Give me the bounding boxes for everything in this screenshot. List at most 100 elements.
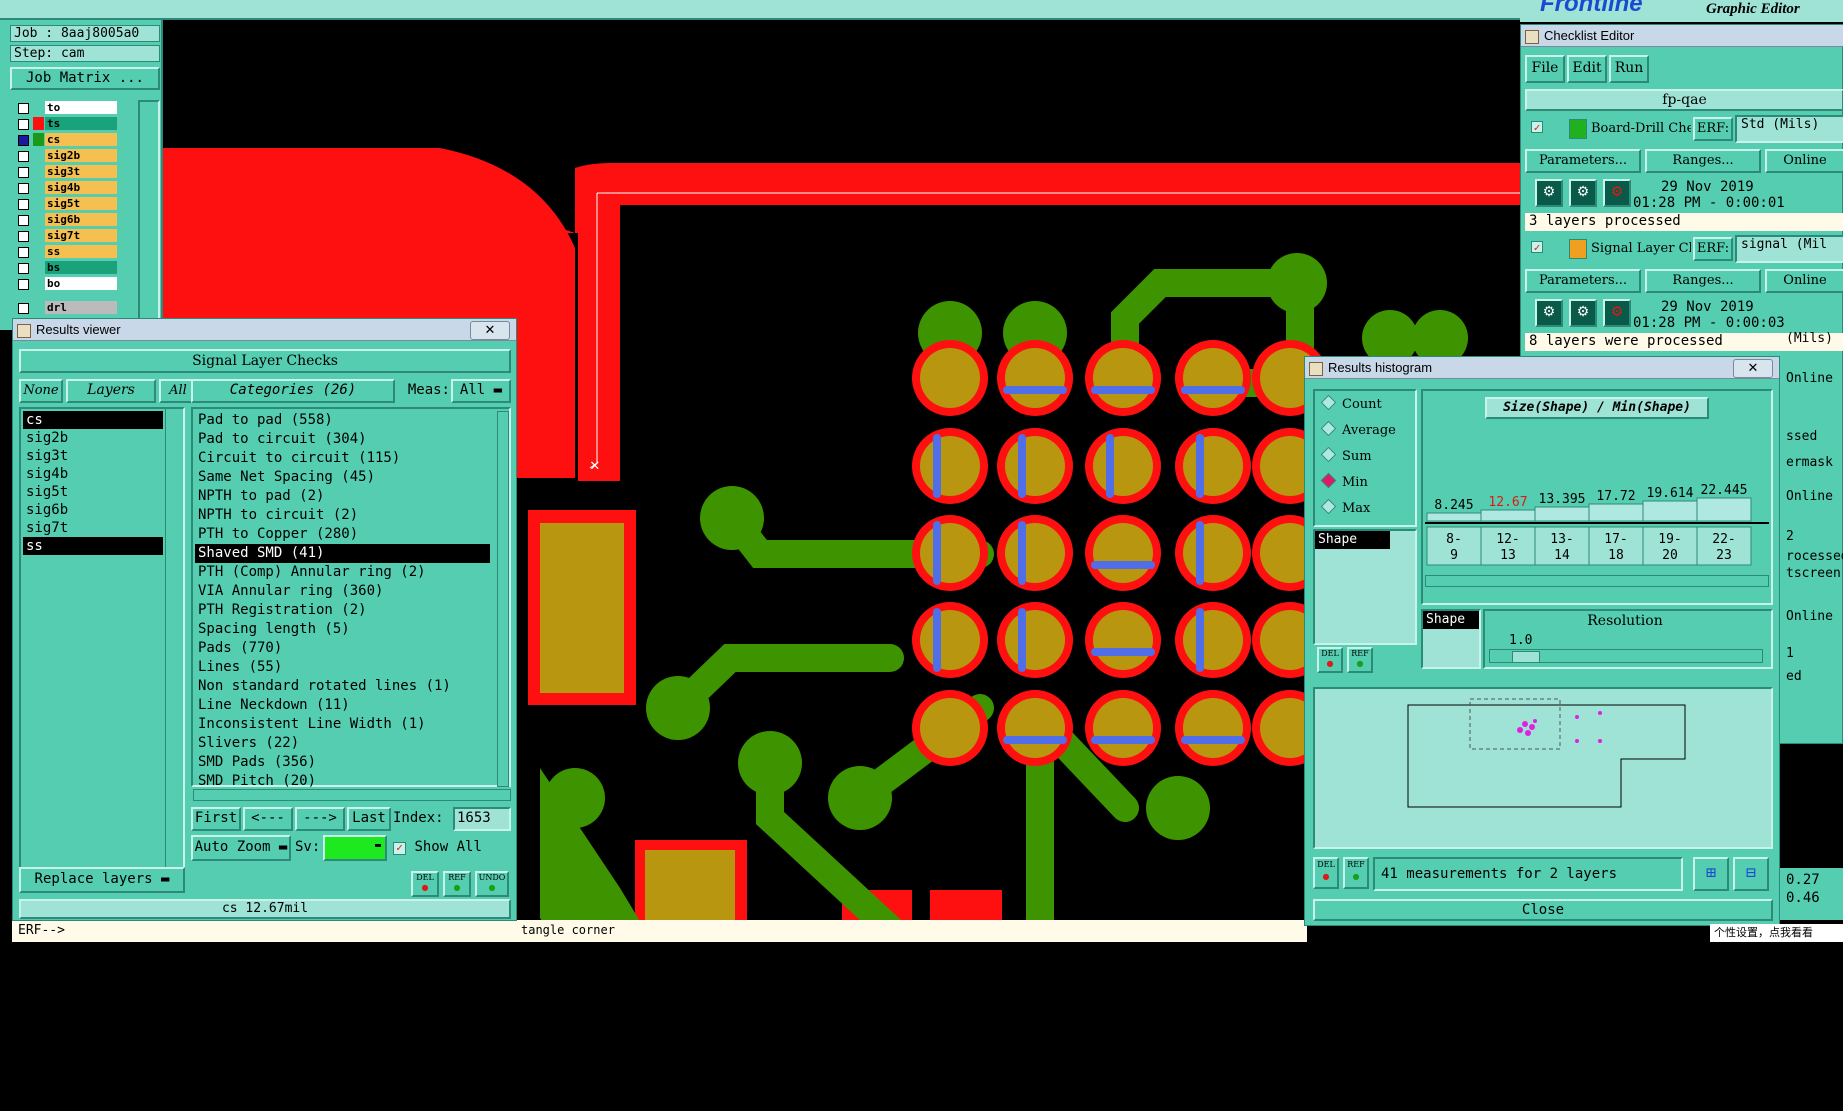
- zoom-in-icon[interactable]: ⊞: [1693, 857, 1729, 891]
- results-layer-scrollbar[interactable]: [165, 409, 183, 867]
- job-matrix-button[interactable]: Job Matrix ...: [10, 67, 160, 90]
- results-layer-item[interactable]: sig4b: [23, 465, 163, 483]
- category-item[interactable]: Pads (770): [195, 639, 490, 658]
- mode-radio-average[interactable]: Average: [1317, 420, 1396, 443]
- pad[interactable]: [920, 523, 980, 583]
- pad[interactable]: [1005, 436, 1065, 496]
- results-layer-item[interactable]: sig5t: [23, 483, 163, 501]
- mode-radio-sum[interactable]: Sum: [1317, 446, 1372, 469]
- category-item[interactable]: Lines (55): [195, 658, 490, 677]
- category-item[interactable]: Slivers (22): [195, 734, 490, 753]
- first-button[interactable]: First: [191, 807, 241, 831]
- category-item[interactable]: SMD Pads (356): [195, 753, 490, 772]
- layer-checkbox[interactable]: [18, 231, 29, 242]
- category-item[interactable]: Circuit to circuit (115): [195, 449, 490, 468]
- categories-button[interactable]: Categories (26): [191, 379, 395, 403]
- histogram-bars[interactable]: 8.245 8-9 12.67 12-13 13.395 13-14 17.72 17-18 1…: [1423, 421, 1771, 571]
- layer-checkbox[interactable]: [18, 183, 29, 194]
- layer-row[interactable]: drl: [14, 300, 132, 316]
- parameters-button[interactable]: Parameters...: [1525, 269, 1641, 293]
- pad[interactable]: [1183, 698, 1243, 758]
- mode-radio-count[interactable]: Count: [1317, 394, 1382, 417]
- category-item[interactable]: PTH Registration (2): [195, 601, 490, 620]
- pad[interactable]: [1183, 348, 1243, 408]
- category-item[interactable]: Pad to pad (558): [195, 411, 490, 430]
- results-viewer-titlebar[interactable]: Results viewer ✕: [13, 319, 516, 341]
- ranges-button[interactable]: Ranges...: [1645, 149, 1761, 173]
- categories-hscroll[interactable]: [193, 789, 511, 801]
- category-item[interactable]: Line Neckdown (11): [195, 696, 490, 715]
- pad[interactable]: [1005, 698, 1065, 758]
- last-button[interactable]: Last: [347, 807, 391, 831]
- layer-checkbox[interactable]: [18, 303, 29, 314]
- histogram-bar[interactable]: [1588, 503, 1644, 522]
- index-input[interactable]: 1653: [453, 807, 511, 831]
- erf-button[interactable]: ERF:: [1693, 237, 1733, 261]
- layer-checkbox[interactable]: [18, 279, 29, 290]
- pad[interactable]: [1183, 436, 1243, 496]
- histogram-list-item[interactable]: Shape: [1315, 531, 1390, 549]
- run-icon[interactable]: ⚙: [1569, 299, 1597, 327]
- layer-row[interactable]: ss: [14, 244, 132, 260]
- resolution-slider[interactable]: [1489, 649, 1763, 663]
- run-icon[interactable]: ⚙: [1535, 299, 1563, 327]
- layer-checkbox[interactable]: [18, 263, 29, 274]
- results-layer-item[interactable]: cs: [23, 411, 163, 429]
- layer-row[interactable]: sig6b: [14, 212, 132, 228]
- category-item[interactable]: Spacing length (5): [195, 620, 490, 639]
- menu-edit[interactable]: Edit: [1567, 55, 1607, 83]
- undo-button[interactable]: UNDO ●: [475, 871, 509, 897]
- histogram-bar[interactable]: [1534, 506, 1590, 522]
- menu-run[interactable]: Run: [1609, 55, 1649, 83]
- pad[interactable]: [1093, 348, 1153, 408]
- sv-color-select[interactable]: ▬: [323, 835, 387, 861]
- category-item[interactable]: Same Net Spacing (45): [195, 468, 490, 487]
- layer-checkbox[interactable]: [18, 199, 29, 210]
- close-icon[interactable]: ✕: [1733, 359, 1773, 378]
- ref-button[interactable]: REF ●: [443, 871, 471, 897]
- replace-layers-select[interactable]: Replace layers ▬: [19, 867, 185, 893]
- shape-list-item[interactable]: Shape: [1423, 611, 1479, 629]
- stop-icon[interactable]: ⚙: [1603, 179, 1631, 207]
- pad[interactable]: [1183, 610, 1243, 670]
- histogram-del-button-2[interactable]: DEL ●: [1313, 857, 1339, 889]
- run-icon[interactable]: ⚙: [1569, 179, 1597, 207]
- ime-tooltip[interactable]: 个性设置，点我看看: [1710, 924, 1843, 942]
- layer-checkbox[interactable]: [18, 151, 29, 162]
- next-button[interactable]: --->: [295, 807, 345, 831]
- histogram-del-button[interactable]: DEL ●: [1317, 647, 1343, 673]
- run-icon[interactable]: ⚙: [1535, 179, 1563, 207]
- histogram-bar[interactable]: [1480, 509, 1536, 522]
- checkmark-icon[interactable]: ✓: [1531, 121, 1543, 133]
- category-item[interactable]: Inconsistent Line Width (1): [195, 715, 490, 734]
- layer-row[interactable]: sig7t: [14, 228, 132, 244]
- zoom-out-icon[interactable]: ⊟: [1733, 857, 1769, 891]
- parameters-button[interactable]: Parameters...: [1525, 149, 1641, 173]
- layer-checkbox[interactable]: [18, 247, 29, 258]
- layer-row[interactable]: sig4b: [14, 180, 132, 196]
- histogram-ref-button-2[interactable]: REF ●: [1343, 857, 1369, 889]
- category-item[interactable]: VIA Annular ring (360): [195, 582, 490, 601]
- meas-select[interactable]: All ▬: [451, 379, 511, 403]
- pad[interactable]: [920, 348, 980, 408]
- category-item[interactable]: PTH (Comp) Annular ring (2): [195, 563, 490, 582]
- pad[interactable]: [920, 698, 980, 758]
- pad[interactable]: [1005, 348, 1065, 408]
- histogram-close-button[interactable]: Close: [1313, 899, 1773, 921]
- checkmark-icon[interactable]: ✓: [1531, 241, 1543, 253]
- results-layer-item[interactable]: sig2b: [23, 429, 163, 447]
- category-item[interactable]: NPTH to pad (2): [195, 487, 490, 506]
- category-item[interactable]: NPTH to circuit (2): [195, 506, 490, 525]
- histogram-preview[interactable]: [1313, 687, 1773, 849]
- histogram-titlebar[interactable]: Results histogram ✕: [1305, 357, 1779, 379]
- pad[interactable]: [1093, 436, 1153, 496]
- layer-row[interactable]: bs: [14, 260, 132, 276]
- category-item[interactable]: Pad to circuit (304): [195, 430, 490, 449]
- resolution-slider-thumb[interactable]: [1512, 651, 1540, 663]
- pad[interactable]: [920, 610, 980, 670]
- layer-list-scrollbar[interactable]: [138, 100, 160, 325]
- category-item[interactable]: Non standard rotated lines (1): [195, 677, 490, 696]
- erf-value[interactable]: Std (Mils): [1735, 115, 1843, 143]
- layer-row[interactable]: ts: [14, 116, 132, 132]
- del-button[interactable]: DEL ●: [411, 871, 439, 897]
